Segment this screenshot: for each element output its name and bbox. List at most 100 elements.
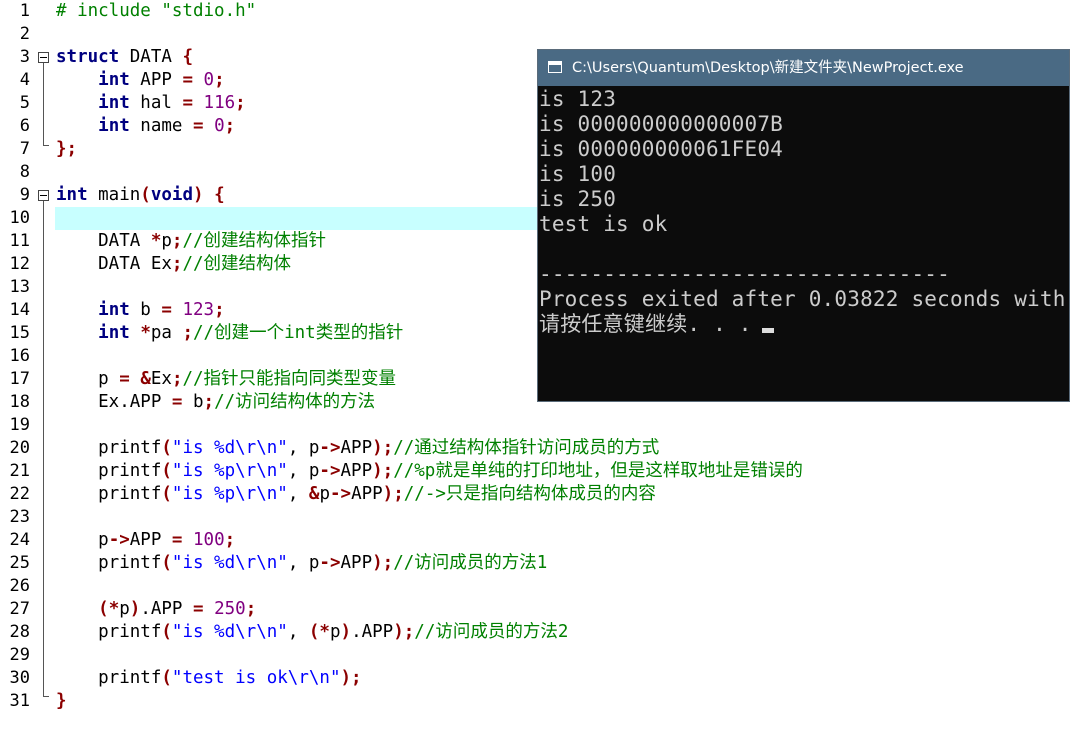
console-line: Process exited after 0.03822 seconds wit… xyxy=(539,287,1066,312)
fold-guide-end xyxy=(43,145,49,146)
fold-margin xyxy=(36,0,52,729)
code-token: printf xyxy=(56,484,162,504)
code-token: }; xyxy=(56,139,78,159)
code-token: ; xyxy=(245,599,257,619)
console-text: is 000000000061FE04 xyxy=(539,137,784,161)
code-line[interactable]: (*p).APP = 250; xyxy=(56,598,256,621)
code-token: ); xyxy=(372,553,394,573)
console-text: 请按任意键继续. . . xyxy=(539,312,752,336)
line-number: 7 xyxy=(19,139,30,159)
console-window[interactable]: C:\Users\Quantum\Desktop\新建文件夹\NewProjec… xyxy=(537,49,1070,402)
code-line[interactable]: int main(void) { xyxy=(56,184,225,207)
code-token: ) xyxy=(340,622,352,642)
code-token: //创建一个int类型的指针 xyxy=(193,323,404,343)
code-token: ) xyxy=(193,185,204,205)
console-titlebar[interactable]: C:\Users\Quantum\Desktop\新建文件夹\NewProjec… xyxy=(538,50,1069,86)
code-line[interactable]: DATA Ex;//创建结构体 xyxy=(56,253,291,276)
code-line[interactable]: printf("is %d\r\n", p->APP);//访问成员的方法1 xyxy=(56,552,547,575)
code-token: ) xyxy=(129,599,141,619)
console-line: is 100 xyxy=(539,162,616,187)
code-token: = xyxy=(182,93,193,113)
code-token: ; xyxy=(171,254,183,274)
code-token: "is %d\r\n" xyxy=(171,622,288,642)
code-token: //通过结构体指针访问成员的方式 xyxy=(393,438,660,458)
code-token: ; xyxy=(224,530,236,550)
line-number: 14 xyxy=(9,300,30,320)
code-line[interactable]: printf("is %d\r\n", p->APP);//通过结构体指针访问成… xyxy=(56,437,659,460)
code-token: ; xyxy=(214,300,225,320)
console-text: is 000000000000007B xyxy=(539,112,784,136)
console-text: test is ok xyxy=(539,212,668,236)
code-line[interactable]: printf("test is ok\r\n"); xyxy=(56,667,362,690)
line-number: 6 xyxy=(19,116,30,136)
code-token: { xyxy=(182,47,193,67)
code-token: ); xyxy=(393,622,415,642)
code-token: int xyxy=(98,116,130,136)
code-line[interactable]: Ex.APP = b;//访问结构体的方法 xyxy=(56,391,375,414)
console-line: -------------------------------- xyxy=(539,262,950,287)
fold-guide xyxy=(43,63,44,145)
code-line[interactable]: }; xyxy=(56,138,77,161)
code-token: //->只是指向结构体成员的内容 xyxy=(403,484,656,504)
code-token: ( xyxy=(161,622,172,642)
console-text: -------------------------------- xyxy=(539,262,950,286)
code-line[interactable]: # include "stdio.h" xyxy=(56,0,256,23)
code-token: APP xyxy=(129,530,172,550)
line-number: 27 xyxy=(9,599,30,619)
code-token: * xyxy=(150,231,162,251)
line-number: 3 xyxy=(19,47,30,67)
code-line[interactable]: int name = 0; xyxy=(56,115,235,138)
code-token: pa xyxy=(150,323,183,343)
code-token: ); xyxy=(340,668,362,688)
line-number: 17 xyxy=(9,369,30,389)
code-token: DATA Ex xyxy=(56,254,172,274)
code-line[interactable]: } xyxy=(56,690,67,713)
code-line[interactable]: printf("is %p\r\n", p->APP);//%p就是单纯的打印地… xyxy=(56,460,803,483)
code-token: //创建结构体 xyxy=(182,254,292,274)
code-line[interactable]: int hal = 116; xyxy=(56,92,246,115)
code-token: , p xyxy=(287,438,320,458)
code-token: Ex xyxy=(150,369,172,389)
code-token: -> xyxy=(319,553,341,573)
code-token: int xyxy=(98,323,130,343)
code-line[interactable]: DATA *p;//创建结构体指针 xyxy=(56,230,326,253)
line-number: 25 xyxy=(9,553,30,573)
code-token: ; xyxy=(171,231,183,251)
code-line[interactable]: p->APP = 100; xyxy=(56,529,235,552)
code-token: = xyxy=(119,369,130,389)
code-token: int xyxy=(98,70,130,90)
code-line[interactable]: int APP = 0; xyxy=(56,69,224,92)
code-token: hal xyxy=(129,93,183,113)
code-token: void xyxy=(150,185,193,205)
code-token: APP xyxy=(351,484,383,504)
console-text: is 250 xyxy=(539,187,617,211)
code-token: p xyxy=(119,599,130,619)
console-line: is 250 xyxy=(539,187,616,212)
code-token: int xyxy=(56,185,88,205)
code-token: .APP xyxy=(351,622,394,642)
fold-toggle-icon[interactable] xyxy=(38,190,49,201)
code-token: ; xyxy=(182,323,194,343)
code-token: ); xyxy=(372,438,394,458)
code-token: //访问成员的方法1 xyxy=(393,553,548,573)
code-token: , p xyxy=(287,553,320,573)
code-line[interactable]: printf("is %d\r\n", (*p).APP);//访问成员的方法2 xyxy=(56,621,568,644)
code-line[interactable]: printf("is %p\r\n", &p->APP);//->只是指向结构体… xyxy=(56,483,656,506)
code-token: APP xyxy=(340,461,373,481)
code-token: DATA xyxy=(56,231,151,251)
code-line[interactable]: struct DATA { xyxy=(56,46,193,69)
code-token: 250 xyxy=(214,599,246,619)
fold-toggle-icon[interactable] xyxy=(38,52,49,63)
line-number: 22 xyxy=(9,484,30,504)
line-number: 19 xyxy=(9,415,30,435)
console-line: test is ok xyxy=(539,212,667,237)
line-number: 15 xyxy=(9,323,30,343)
code-line[interactable]: int *pa ;//创建一个int类型的指针 xyxy=(56,322,403,345)
code-line[interactable]: p = &Ex;//指针只能指向同类型变量 xyxy=(56,368,396,391)
console-line: is 000000000061FE04 xyxy=(539,137,783,162)
code-token: "is %d\r\n" xyxy=(171,553,288,573)
code-token: = xyxy=(171,530,183,550)
code-line[interactable]: int b = 123; xyxy=(56,299,225,322)
line-number: 30 xyxy=(9,668,30,688)
